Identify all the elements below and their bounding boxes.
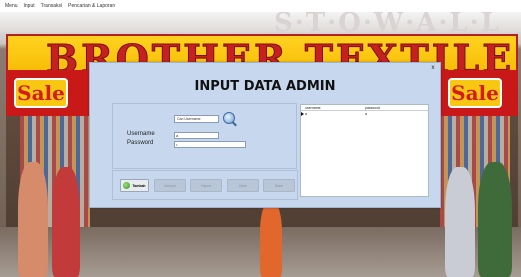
mannequin-dress [18,162,48,277]
sale-sign-left: Sale [14,78,68,108]
input-admin-dialog: x INPUT DATA ADMIN Cari Username Usernam… [89,62,441,208]
menu-item-menu[interactable]: Menu [5,3,18,9]
menu-bar: Menu Input Transaksi Pencarian & Laporan [0,0,521,12]
dialog-title: INPUT DATA ADMIN [194,79,336,94]
password-field[interactable]: • [174,141,246,148]
admin-table[interactable]: username password a a [300,104,429,197]
password-label: Password [127,140,154,146]
ubah-button[interactable]: Ubah [227,179,259,192]
hapus-button[interactable]: Hapus [190,179,222,192]
column-header-password[interactable]: password [361,105,421,110]
mannequin-dress [52,167,80,277]
menu-item-transaksi[interactable]: Transaksi [41,3,63,9]
close-button[interactable]: x [429,65,437,72]
tambah-button[interactable]: Tambah [120,179,149,192]
tambah-label: Tambah [132,184,146,188]
username-label: Username [127,131,155,137]
mannequin-dress [445,167,475,277]
mannequin-dress [478,162,512,277]
column-header-username[interactable]: username [301,105,361,110]
menu-item-input[interactable]: Input [24,3,35,9]
table-row[interactable]: a a [301,111,428,117]
table-cell-username[interactable]: a [301,111,361,117]
search-username-input[interactable]: Cari Username [174,115,219,123]
row-selector-icon [301,112,304,116]
search-icon[interactable] [223,112,235,124]
add-icon [123,181,131,189]
table-cell-password[interactable]: a [361,111,421,117]
mannequin-dress [260,202,282,277]
sale-sign-right: Sale [448,78,502,108]
batal-button[interactable]: Batal [263,179,295,192]
menu-item-pencarian-laporan[interactable]: Pencarian & Laporan [68,3,115,9]
simpan-button[interactable]: Simpan [154,179,186,192]
username-field[interactable]: a [174,132,219,139]
